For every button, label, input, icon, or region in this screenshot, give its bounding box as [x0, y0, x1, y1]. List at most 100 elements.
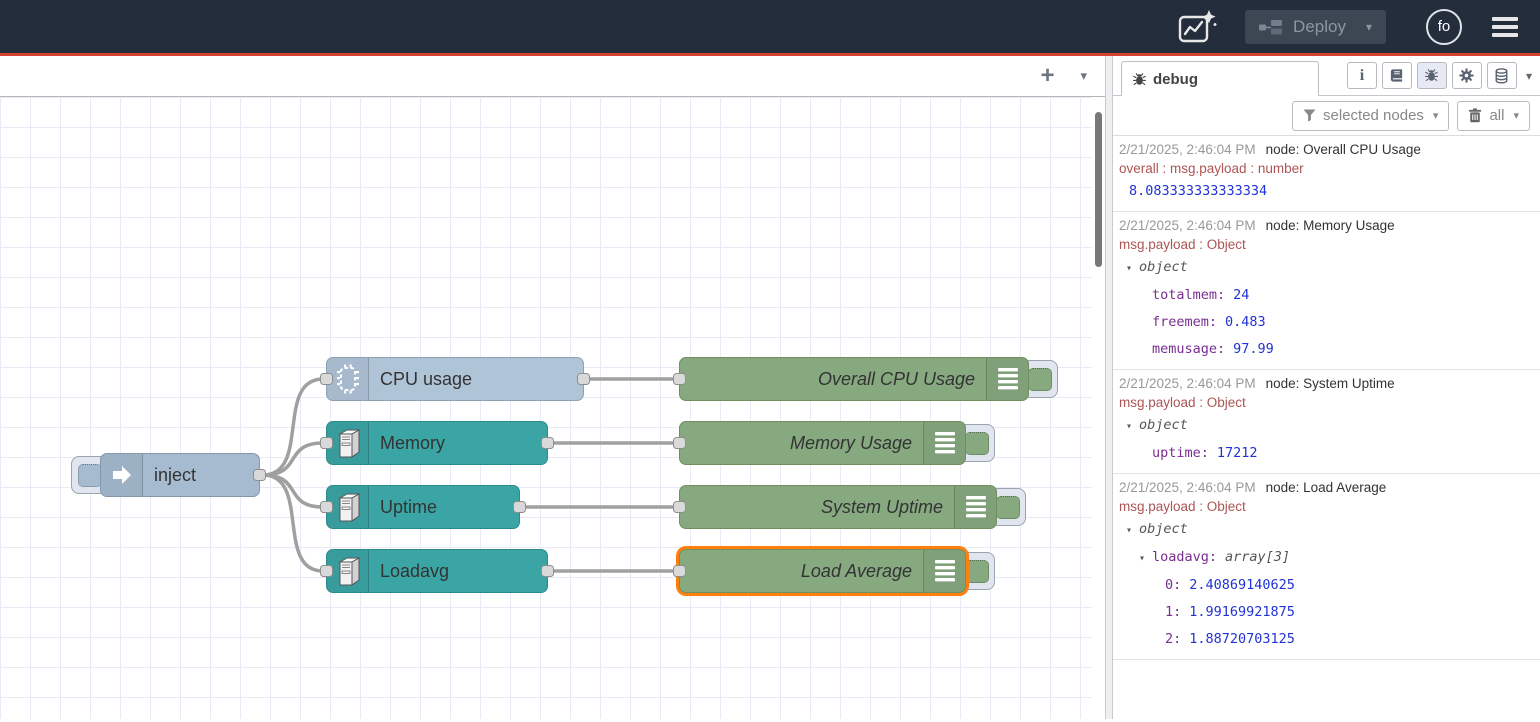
server-icon	[327, 486, 369, 528]
user-avatar-button[interactable]: fo	[1426, 9, 1462, 45]
filter-icon	[1303, 109, 1316, 122]
node-label: Loadavg	[369, 561, 547, 582]
debug-message-header: 2/21/2025, 2:46:04 PM node: System Uptime	[1119, 374, 1534, 393]
caret-icon[interactable]: ▾	[1139, 545, 1152, 572]
gear-icon	[1459, 68, 1474, 83]
debug-value: array[3]	[1225, 549, 1290, 565]
node-cpu-usage[interactable]: CPU usage	[326, 357, 584, 401]
debug-timestamp: 2/21/2025, 2:46:04 PM	[1119, 218, 1256, 233]
debug-clear-button[interactable]: all ▾	[1457, 101, 1530, 131]
inject-arrow-icon	[101, 454, 143, 496]
help-tab-button[interactable]	[1382, 62, 1412, 89]
debug-tree-row: freemem:0.483	[1119, 309, 1534, 336]
flow-sparkle-icon[interactable]	[1177, 9, 1217, 45]
node-debug-memory-usage[interactable]: Memory Usage	[679, 421, 966, 465]
node-loadavg[interactable]: Loadavg	[326, 549, 548, 593]
wire[interactable]	[263, 475, 323, 507]
port-input[interactable]	[673, 565, 686, 577]
debug-list-icon	[986, 358, 1028, 400]
debug-value: 1.99169921875	[1189, 604, 1295, 620]
sidebar-resize-handle[interactable]	[1105, 56, 1113, 719]
debug-key: 1:	[1165, 604, 1181, 620]
node-label: Memory Usage	[680, 433, 923, 454]
workspace-tab-bar: + ▾	[0, 56, 1105, 97]
port-input[interactable]	[673, 373, 686, 385]
deploy-button[interactable]: Deploy ▾	[1245, 10, 1386, 44]
debug-key: object	[1139, 259, 1188, 275]
node-label: Uptime	[369, 497, 519, 518]
node-debug-system-uptime[interactable]: System Uptime	[679, 485, 997, 529]
port-input[interactable]	[320, 501, 333, 513]
debug-tree-row: ▾object	[1119, 412, 1534, 440]
sidebar-tab-bar: debug i	[1113, 56, 1540, 96]
caret-icon[interactable]: ▾	[1126, 517, 1139, 544]
book-icon	[1389, 68, 1404, 83]
canvas-scrollbar[interactable]	[1092, 97, 1105, 719]
flow-list-chevron-icon[interactable]: ▾	[1080, 68, 1087, 84]
debug-filter-button[interactable]: selected nodes ▾	[1292, 101, 1449, 131]
node-debug-load-average[interactable]: Load Average	[679, 549, 966, 593]
port-input[interactable]	[320, 437, 333, 449]
node-label: Overall CPU Usage	[680, 369, 986, 390]
debug-node-name: node: System Uptime	[1266, 376, 1395, 391]
port-input[interactable]	[673, 437, 686, 449]
port-input[interactable]	[673, 501, 686, 513]
debug-key: object	[1139, 521, 1188, 537]
info-tab-button[interactable]: i	[1347, 62, 1377, 89]
config-nodes-button[interactable]	[1452, 62, 1482, 89]
node-memory[interactable]: Memory	[326, 421, 548, 465]
debug-list-icon	[954, 486, 996, 528]
port-output[interactable]	[577, 373, 590, 385]
debug-node-name: node: Load Average	[1266, 480, 1387, 495]
node-red-window: Deploy ▾ fo + ▾ inject CPU usage Memory Upt…	[0, 0, 1540, 722]
node-debug-overall-cpu-usage[interactable]: Overall CPU Usage	[679, 357, 1029, 401]
sidebar-menu-chevron-icon[interactable]: ▾	[1526, 69, 1532, 83]
debug-key: 2:	[1165, 631, 1181, 647]
debug-key: memusage:	[1152, 341, 1225, 357]
debug-message[interactable]: 2/21/2025, 2:46:04 PMnode: Overall CPU U…	[1113, 136, 1540, 212]
port-output[interactable]	[253, 469, 266, 481]
node-inject[interactable]: inject	[100, 453, 260, 497]
port-output[interactable]	[541, 437, 554, 449]
caret-icon[interactable]: ▾	[1126, 413, 1139, 440]
context-data-button[interactable]	[1487, 62, 1517, 89]
debug-value: 17212	[1217, 445, 1258, 461]
debug-message-property: msg.payload : Object	[1119, 235, 1534, 254]
debug-key: uptime:	[1152, 445, 1209, 461]
debug-message-property: overall : msg.payload : number	[1119, 159, 1534, 178]
debug-tree-row: 0:2.40869140625	[1119, 572, 1534, 599]
debug-value: 1.88720703125	[1189, 631, 1295, 647]
debug-message[interactable]: 2/21/2025, 2:46:04 PMnode: Load Averagem…	[1113, 474, 1540, 660]
node-uptime[interactable]: Uptime	[326, 485, 520, 529]
trash-icon	[1468, 108, 1482, 123]
tab-debug[interactable]: debug	[1121, 61, 1319, 96]
caret-icon[interactable]: ▾	[1126, 255, 1139, 282]
debug-sidebar: debug i	[1113, 56, 1540, 719]
debug-value: 97.99	[1233, 341, 1274, 357]
debug-list-icon	[923, 550, 965, 592]
canvas-scrollbar-thumb[interactable]	[1095, 112, 1102, 267]
header: Deploy ▾ fo	[0, 0, 1540, 56]
debug-tree-row: ▾object	[1119, 254, 1534, 282]
server-icon	[327, 422, 369, 464]
debug-message-property: msg.payload : Object	[1119, 497, 1534, 516]
debug-clear-label: all	[1489, 107, 1504, 124]
node-label: Memory	[369, 433, 547, 454]
debug-timestamp: 2/21/2025, 2:46:04 PM	[1119, 376, 1256, 391]
debug-message[interactable]: 2/21/2025, 2:46:04 PM node: System Uptime…	[1113, 370, 1540, 474]
debug-timestamp: 2/21/2025, 2:46:04 PM	[1119, 142, 1256, 157]
debug-tab-button[interactable]	[1417, 62, 1447, 89]
flow-canvas[interactable]: inject CPU usage Memory Uptime Loadavg Overal…	[0, 97, 1105, 719]
port-output[interactable]	[541, 565, 554, 577]
wire-layer	[0, 97, 1105, 719]
port-input[interactable]	[320, 373, 333, 385]
node-label: Load Average	[680, 561, 923, 582]
wire[interactable]	[263, 443, 323, 475]
port-output[interactable]	[513, 501, 526, 513]
main-menu-button[interactable]	[1492, 17, 1518, 37]
debug-message[interactable]: 2/21/2025, 2:46:04 PMnode: Memory Usagem…	[1113, 212, 1540, 370]
add-flow-button[interactable]: +	[1040, 64, 1054, 88]
debug-toggle-button-square	[965, 432, 989, 455]
port-input[interactable]	[320, 565, 333, 577]
deploy-chevron-icon[interactable]: ▾	[1366, 20, 1372, 34]
